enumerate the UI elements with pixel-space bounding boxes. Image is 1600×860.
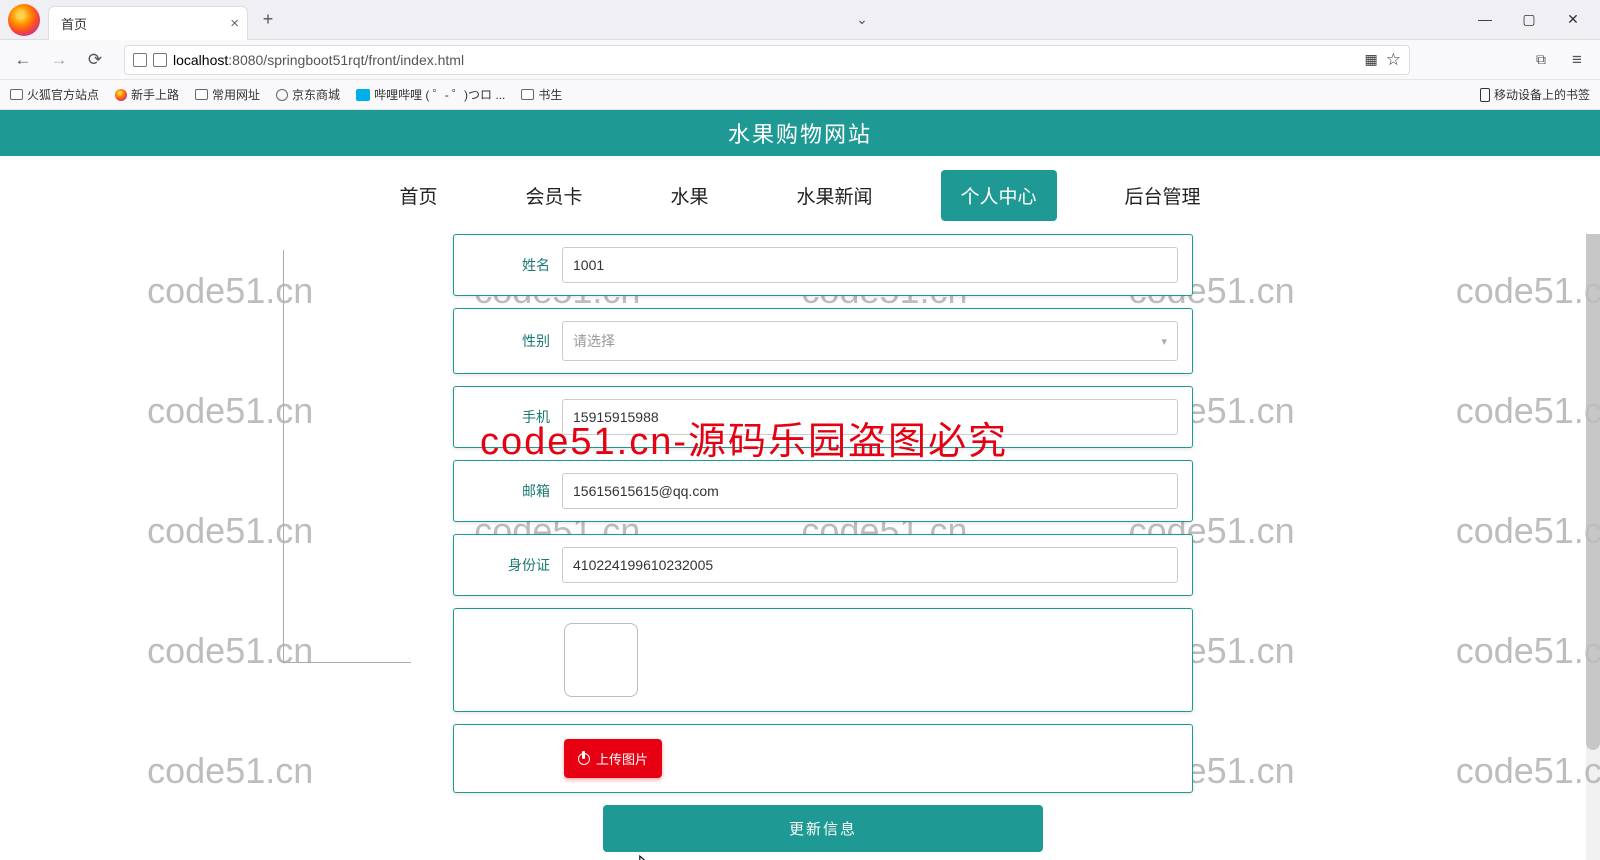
back-button[interactable]: ← xyxy=(8,45,38,75)
form-row-upload: 上传图片 xyxy=(453,724,1193,793)
bookmark-common[interactable]: 常用网址 xyxy=(195,86,260,103)
chevron-down-icon: ▾ xyxy=(1161,335,1167,348)
phone-label: 手机 xyxy=(468,407,550,427)
form-row-gender: 性别 请选择 ▾ xyxy=(453,308,1193,374)
bookmarks-bar: 火狐官方站点 新手上路 常用网址 京东商城 哔哩哔哩 ( ゜- ゜)つロ ...… xyxy=(0,80,1600,110)
form-row-email: 邮箱 xyxy=(453,460,1193,522)
name-label: 姓名 xyxy=(468,255,550,275)
url-text: localhost:8080/springboot51rqt/front/ind… xyxy=(173,52,464,68)
page-viewport: code51.cncode51.cncode51.cncode51.cncode… xyxy=(0,110,1600,860)
form-row-avatar xyxy=(453,608,1193,712)
mobile-bookmarks[interactable]: 移动设备上的书签 xyxy=(1480,86,1590,103)
new-tab-button[interactable]: + xyxy=(254,6,282,34)
browser-tab[interactable]: 首页 × xyxy=(48,6,248,40)
mouse-cursor-icon xyxy=(638,854,656,860)
bookmark-newbie[interactable]: 新手上路 xyxy=(115,86,179,103)
qr-icon[interactable]: ▦ xyxy=(1365,51,1376,68)
profile-form: 姓名 性别 请选择 ▾ 手机 邮箱 身份证 上传图片 xyxy=(453,234,1193,852)
forward-button[interactable]: → xyxy=(44,45,74,75)
bookmark-shusheng[interactable]: 书生 xyxy=(521,86,562,103)
name-input[interactable] xyxy=(562,247,1178,283)
page-icon xyxy=(153,53,167,67)
site-title: 水果购物网站 xyxy=(728,117,872,149)
form-row-phone: 手机 xyxy=(453,386,1193,448)
nav-member-card[interactable]: 会员卡 xyxy=(505,170,602,221)
mobile-icon xyxy=(1480,88,1490,102)
firefox-logo-icon xyxy=(8,4,40,36)
avatar-preview[interactable] xyxy=(564,623,638,697)
hamburger-menu-icon[interactable]: ≡ xyxy=(1562,45,1592,75)
close-tab-icon[interactable]: × xyxy=(230,15,239,32)
nav-home[interactable]: 首页 xyxy=(379,170,457,221)
close-window-button[interactable]: ✕ xyxy=(1560,11,1586,28)
nav-personal-center[interactable]: 个人中心 xyxy=(941,170,1057,221)
gender-label: 性别 xyxy=(468,331,550,351)
reload-button[interactable]: ⟳ xyxy=(80,45,110,75)
idcard-label: 身份证 xyxy=(468,555,550,575)
sidebar-border xyxy=(283,250,411,663)
phone-input[interactable] xyxy=(562,399,1178,435)
tabs-dropdown-icon[interactable]: ⌄ xyxy=(856,11,868,28)
gender-select[interactable]: 请选择 ▾ xyxy=(562,321,1178,361)
bookmark-star-icon[interactable]: ☆ xyxy=(1386,50,1401,70)
extensions-icon[interactable]: ⧉ xyxy=(1526,45,1556,75)
browser-titlebar: 首页 × + ⌄ — ▢ ✕ xyxy=(0,0,1600,40)
main-nav: 首页 会员卡 水果 水果新闻 个人中心 后台管理 xyxy=(0,156,1600,234)
submit-button[interactable]: 更新信息 xyxy=(603,805,1043,852)
form-row-idcard: 身份证 xyxy=(453,534,1193,596)
bookmark-bilibili[interactable]: 哔哩哔哩 ( ゜- ゜)つロ ... xyxy=(356,86,505,103)
nav-admin[interactable]: 后台管理 xyxy=(1105,170,1221,221)
upload-icon xyxy=(578,753,590,765)
form-row-name: 姓名 xyxy=(453,234,1193,296)
upload-button[interactable]: 上传图片 xyxy=(564,739,662,778)
bookmark-jd[interactable]: 京东商城 xyxy=(276,86,340,103)
address-bar: ← → ⟳ localhost:8080/springboot51rqt/fro… xyxy=(0,40,1600,80)
site-header: 水果购物网站 xyxy=(0,110,1600,156)
minimize-button[interactable]: — xyxy=(1472,11,1498,28)
shield-icon xyxy=(133,53,147,67)
maximize-button[interactable]: ▢ xyxy=(1516,11,1542,28)
nav-fruit[interactable]: 水果 xyxy=(650,170,728,221)
email-label: 邮箱 xyxy=(468,481,550,501)
nav-fruit-news[interactable]: 水果新闻 xyxy=(777,170,893,221)
bookmark-firefox-official[interactable]: 火狐官方站点 xyxy=(10,86,99,103)
email-input[interactable] xyxy=(562,473,1178,509)
url-input[interactable]: localhost:8080/springboot51rqt/front/ind… xyxy=(124,45,1410,75)
window-controls: — ▢ ✕ xyxy=(1472,11,1600,28)
idcard-input[interactable] xyxy=(562,547,1178,583)
tab-title: 首页 xyxy=(61,14,87,33)
gender-placeholder: 请选择 xyxy=(573,331,615,351)
upload-label: 上传图片 xyxy=(596,749,648,768)
